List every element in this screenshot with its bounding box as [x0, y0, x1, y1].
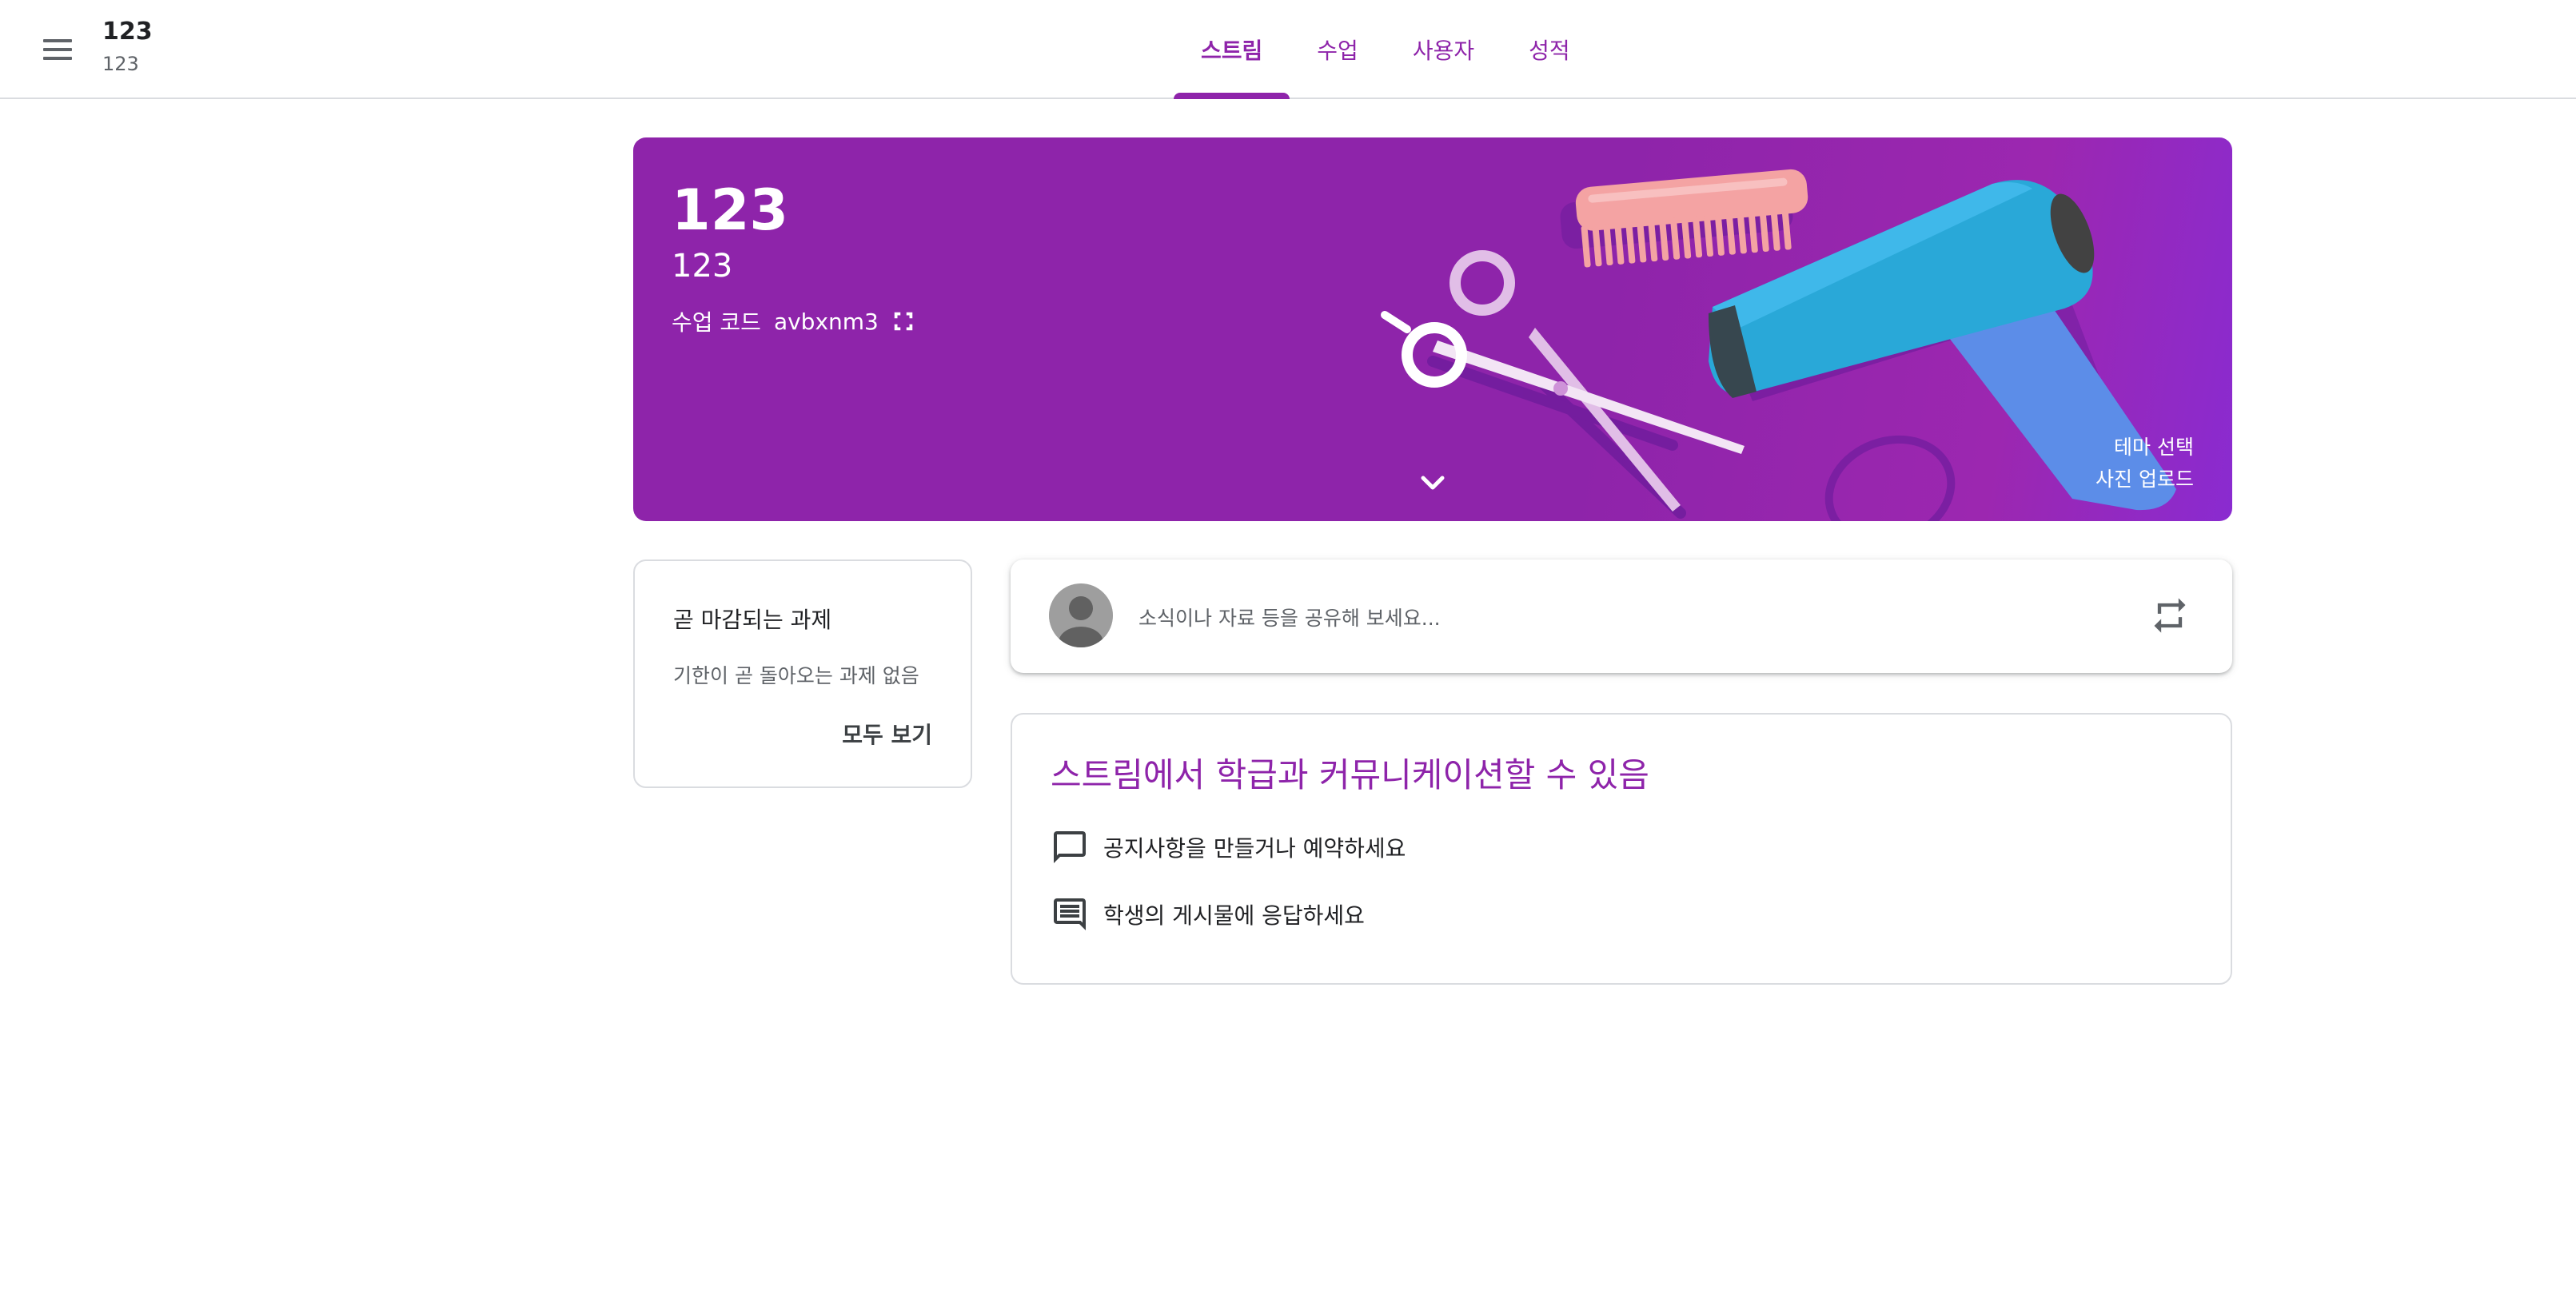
chevron-down-icon[interactable]: [1410, 468, 1455, 500]
banner-class-name: 123: [672, 177, 789, 243]
header-class-section: 123: [102, 53, 139, 75]
tab-grades[interactable]: 성적: [1501, 0, 1597, 99]
tab-classwork[interactable]: 수업: [1290, 0, 1386, 99]
info-item-text: 학생의 게시물에 응답하세요: [1103, 902, 1365, 929]
hamburger-menu-icon[interactable]: [37, 29, 78, 70]
banner-class-section: 123: [672, 248, 733, 285]
class-banner: 123 123 수업 코드 avbxnm3 테마 선택 사진 업로드: [633, 137, 2232, 521]
info-item-text: 공지사항을 만들거나 예약하세요: [1103, 835, 1406, 862]
class-code-label: 수업 코드: [672, 309, 761, 336]
info-item-announce: 공지사항을 만들거나 예약하세요: [1051, 828, 1406, 866]
stream-info-card: 스트림에서 학급과 커뮤니케이션할 수 있음 공지사항을 만들거나 예약하세요 …: [1011, 713, 2232, 985]
tab-bar: 스트림 수업 사용자 성적: [1174, 0, 1597, 99]
upcoming-title: 곧 마감되는 과제: [673, 607, 832, 633]
fullscreen-icon[interactable]: [891, 309, 915, 333]
select-theme-link[interactable]: 테마 선택: [2114, 432, 2194, 460]
view-all-button[interactable]: 모두 보기: [842, 718, 932, 750]
top-app-bar: 123 123 스트림 수업 사용자 성적: [0, 0, 2576, 99]
info-item-reply: 학생의 게시물에 응답하세요: [1051, 895, 1365, 934]
upcoming-empty-text: 기한이 곧 돌아오는 과제 없음: [673, 664, 919, 687]
repost-icon[interactable]: [2149, 595, 2191, 636]
info-title: 스트림에서 학급과 커뮤니케이션할 수 있음: [1051, 755, 1649, 794]
tab-stream[interactable]: 스트림: [1174, 0, 1290, 99]
upcoming-assignments-card: 곧 마감되는 과제 기한이 곧 돌아오는 과제 없음 모두 보기: [633, 559, 972, 788]
class-code-value: avbxnm3: [773, 308, 879, 335]
tab-people[interactable]: 사용자: [1386, 0, 1501, 99]
default-avatar-icon: [1049, 583, 1113, 647]
upload-photo-link[interactable]: 사진 업로드: [2095, 464, 2194, 492]
share-placeholder[interactable]: 소식이나 자료 등을 공유해 보세요...: [1138, 603, 1441, 631]
share-announcement-box[interactable]: 소식이나 자료 등을 공유해 보세요...: [1011, 559, 2232, 673]
chat-bubble-icon: [1054, 831, 1086, 863]
comment-lines-icon: [1054, 898, 1086, 930]
class-code-row: 수업 코드 avbxnm3: [672, 305, 915, 337]
header-class-name[interactable]: 123: [102, 18, 153, 46]
